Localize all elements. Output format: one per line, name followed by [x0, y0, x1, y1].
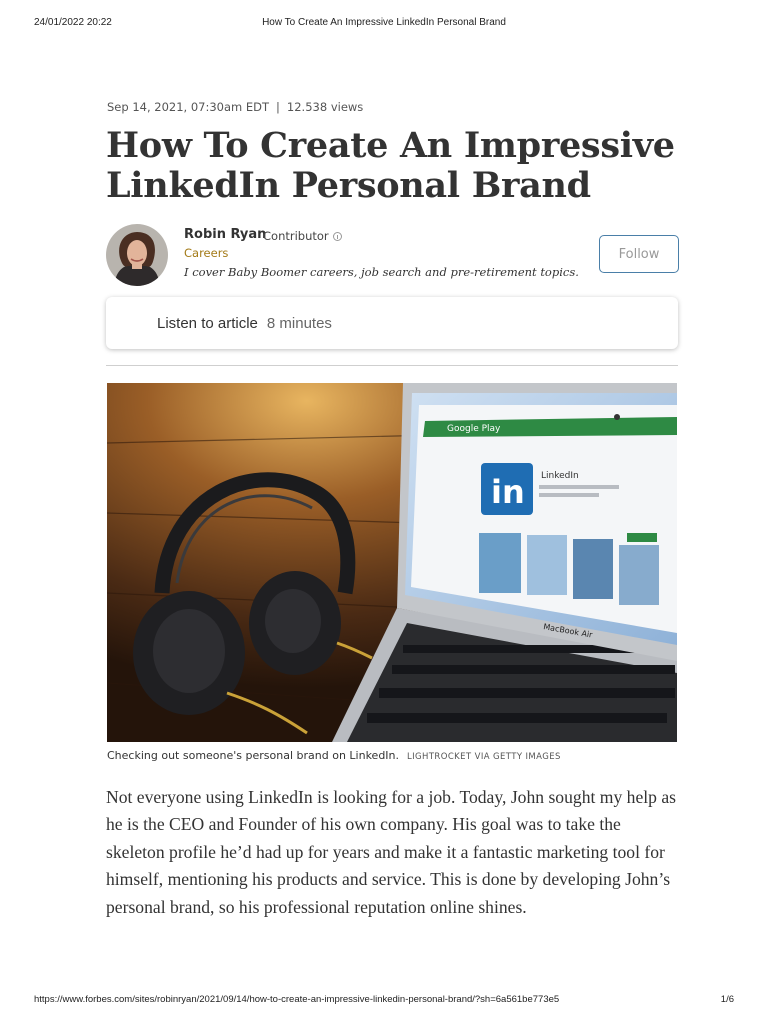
article-paragraph: Not everyone using LinkedIn is looking f… [106, 787, 677, 917]
publish-date: Sep 14, 2021, 07:30am EDT [107, 100, 270, 114]
meta-separator: | [276, 100, 280, 114]
view-count: 12.538 views [286, 100, 364, 114]
print-footer: https://www.forbes.com/sites/robinryan/2… [0, 994, 768, 1008]
info-icon[interactable] [332, 231, 342, 241]
image-caption: Checking out someone's personal brand on… [107, 749, 561, 762]
print-url: https://www.forbes.com/sites/robinryan/2… [34, 994, 560, 1005]
hero-image: Google Play in LinkedIn MacBook Air [107, 383, 677, 742]
listen-label: Listen to article [157, 314, 258, 332]
author-role-label: Contributor [263, 229, 329, 243]
print-header: 24/01/2022 20:22 How To Create An Impres… [0, 17, 768, 31]
author-bio: I cover Baby Boomer careers, job search … [184, 265, 579, 279]
article-headline: How To Create An Impressive LinkedIn Per… [106, 125, 675, 206]
author-avatar[interactable] [106, 224, 168, 286]
app-name: LinkedIn [541, 471, 579, 481]
page-number: 1/6 [720, 994, 734, 1005]
author-name[interactable]: Robin Ryan [184, 227, 266, 242]
listen-to-article-button[interactable]: Listen to article 8 minutes [106, 297, 678, 349]
divider [106, 365, 678, 366]
channel-link[interactable]: Careers [184, 246, 228, 260]
caption-text: Checking out someone's personal brand on… [107, 749, 400, 762]
follow-button[interactable]: Follow [599, 235, 679, 273]
author-photo [106, 224, 168, 286]
article-meta: Sep 14, 2021, 07:30am EDT | 12.538 views [107, 100, 363, 114]
logo-text: in [491, 473, 525, 511]
hero-photo: Google Play in LinkedIn MacBook Air [107, 383, 677, 742]
listen-duration: 8 minutes [266, 314, 332, 332]
print-page-title: How To Create An Impressive LinkedIn Per… [262, 17, 506, 28]
screen-brand: Google Play [447, 424, 501, 434]
image-credit: LIGHTROCKET VIA GETTY IMAGES [407, 752, 561, 762]
author-role: Contributor [263, 229, 342, 243]
